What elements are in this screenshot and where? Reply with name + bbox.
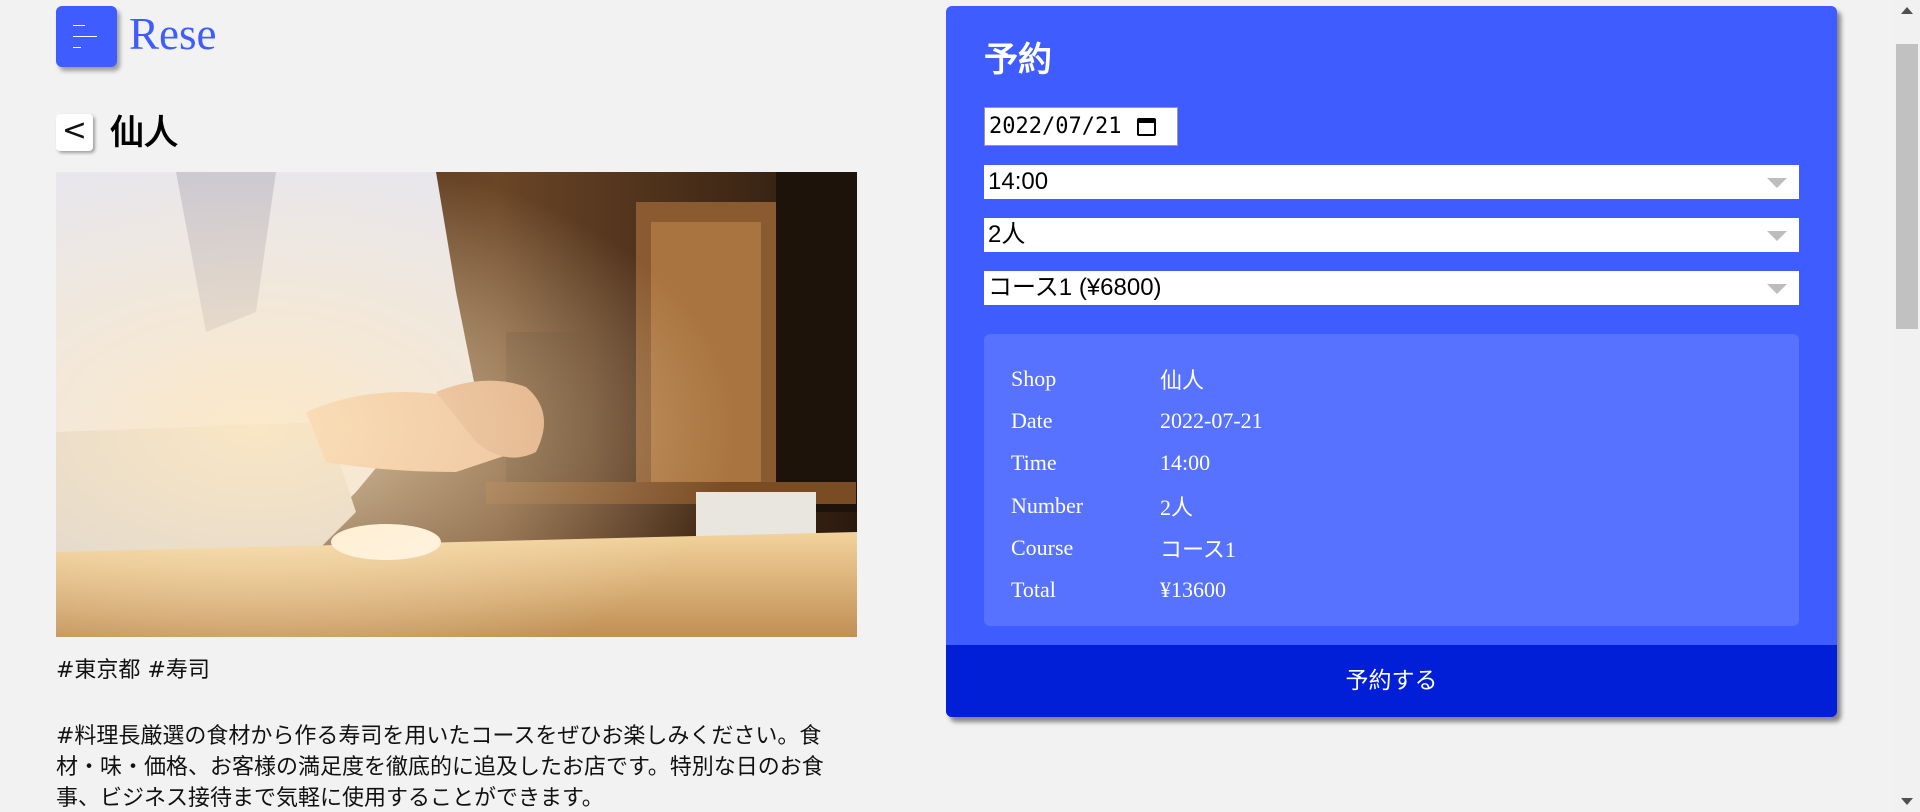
menu-icon-line — [73, 47, 81, 48]
time-select[interactable]: 14:00 — [984, 165, 1799, 199]
summary-row-course: Course コース1 — [1011, 527, 1799, 569]
summary-value: 14:00 — [1160, 450, 1211, 476]
menu-icon-line — [73, 25, 85, 26]
menu-icon-line — [73, 36, 97, 37]
shop-image — [56, 172, 857, 637]
logo: Rese — [129, 9, 217, 59]
course-value: コース1 (¥6800) — [988, 274, 1162, 301]
chevron-down-icon — [1767, 231, 1787, 241]
date-value: 2022/07/21 — [989, 114, 1122, 139]
chevron-down-icon — [1767, 284, 1787, 294]
summary-row-total: Total ¥13600 — [1011, 569, 1799, 611]
summary-row-date: Date 2022-07-21 — [1011, 400, 1799, 442]
summary-label: Shop — [1011, 366, 1057, 392]
summary-label: Total — [1011, 577, 1056, 603]
calendar-icon[interactable] — [1137, 117, 1157, 136]
scroll-thumb[interactable] — [1896, 44, 1918, 329]
summary-label: Time — [1011, 450, 1057, 476]
scroll-up-icon[interactable] — [1901, 7, 1913, 14]
vertical-scrollbar[interactable] — [1894, 0, 1920, 812]
summary-value: 2人 — [1160, 494, 1194, 520]
summary-value: コース1 — [1160, 536, 1236, 562]
back-button[interactable]: < — [56, 114, 93, 151]
summary-row-time: Time 14:00 — [1011, 442, 1799, 484]
scroll-down-icon[interactable] — [1901, 798, 1913, 805]
summary-row-number: Number 2人 — [1011, 485, 1799, 527]
summary-label: Course — [1011, 534, 1074, 560]
number-value: 2人 — [988, 221, 1026, 248]
reservation-card: 予約 2022/07/21 14:00 2人 コース1 (¥6800) Shop… — [946, 6, 1837, 717]
summary-value: 2022-07-21 — [1160, 408, 1263, 434]
shop-name: 仙人 — [110, 113, 178, 153]
menu-button[interactable] — [56, 6, 117, 67]
summary-label: Number — [1011, 492, 1084, 518]
summary-value: 仙人 — [1160, 368, 1205, 394]
shop-tags: #東京都 #寿司 — [56, 658, 210, 683]
reserve-button[interactable]: 予約する — [946, 645, 1837, 717]
reservation-title: 予約 — [984, 40, 1052, 80]
date-input[interactable]: 2022/07/21 — [984, 107, 1178, 146]
number-select[interactable]: 2人 — [984, 218, 1799, 252]
reservation-summary: Shop 仙人 Date 2022-07-21 Time 14:00 Numbe… — [984, 334, 1799, 626]
course-select[interactable]: コース1 (¥6800) — [984, 271, 1799, 305]
time-value: 14:00 — [988, 168, 1049, 195]
summary-value: ¥13600 — [1160, 577, 1226, 603]
summary-row-shop: Shop 仙人 — [1011, 358, 1799, 400]
chevron-down-icon — [1767, 178, 1787, 188]
shop-description: #料理長厳選の食材から作る寿司を用いたコースをぜひお楽しみください。食材・味・価… — [56, 724, 824, 811]
summary-label: Date — [1011, 408, 1053, 434]
